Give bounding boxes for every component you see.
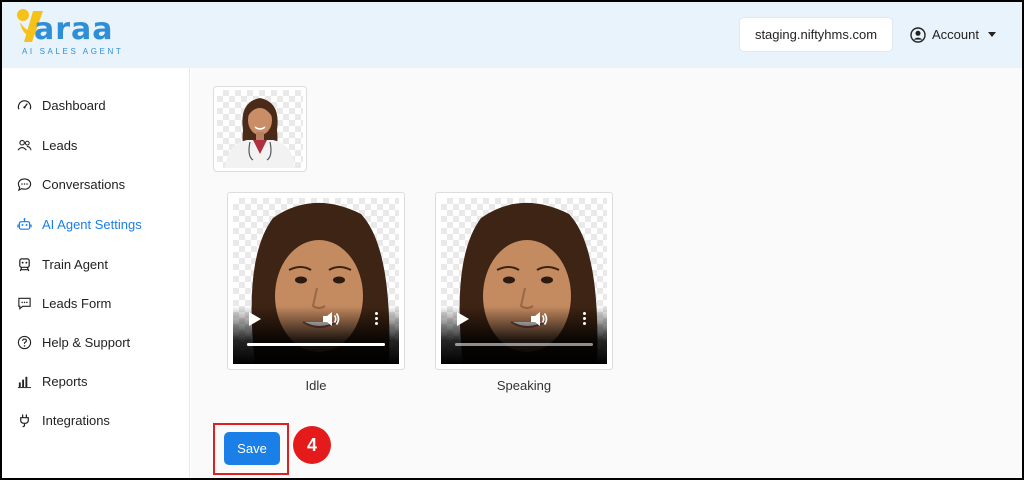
- brand-logo[interactable]: araa AI SALES AGENT: [16, 8, 136, 62]
- sidebar-item-leads-form[interactable]: Leads Form: [16, 292, 111, 314]
- sidebar-item-dashboard[interactable]: Dashboard: [16, 94, 106, 116]
- sidebar-item-label: Dashboard: [42, 97, 106, 113]
- sidebar-item-train-agent[interactable]: Train Agent: [16, 253, 108, 275]
- video-label-speaking: Speaking: [496, 378, 552, 393]
- video-frame: [441, 198, 607, 364]
- domain-text: staging.niftyhms.com: [754, 27, 878, 42]
- plug-icon: [16, 412, 32, 428]
- more-options-icon[interactable]: [583, 310, 587, 327]
- question-circle-icon: [16, 334, 32, 350]
- sidebar-item-label: Help & Support: [42, 334, 131, 350]
- sidebar-item-leads[interactable]: Leads: [16, 134, 77, 156]
- user-circle-icon: [910, 26, 926, 43]
- step-badge: 4: [293, 426, 331, 464]
- volume-icon[interactable]: [529, 310, 549, 328]
- sidebar-item-conversations[interactable]: Conversations: [16, 173, 125, 195]
- video-player-idle[interactable]: [227, 192, 405, 370]
- sidebar-item-label: Integrations: [42, 412, 110, 428]
- sidebar: Dashboard Leads Conversations AI Agent S…: [2, 68, 190, 478]
- app-window: araa AI SALES AGENT staging.niftyhms.com…: [2, 2, 1022, 478]
- sidebar-item-label: Leads: [42, 137, 78, 153]
- video-player-speaking[interactable]: [435, 192, 613, 370]
- video-frame: [233, 198, 399, 364]
- domain-pill[interactable]: staging.niftyhms.com: [740, 18, 892, 51]
- bar-chart-icon: [16, 373, 32, 389]
- avatar-thumbnail[interactable]: [213, 86, 307, 172]
- play-icon[interactable]: [457, 312, 469, 326]
- robot-icon: [16, 216, 32, 232]
- logo-tagline: AI SALES AGENT: [22, 47, 124, 56]
- sidebar-item-label: Leads Form: [42, 295, 112, 311]
- sidebar-item-help-support[interactable]: Help & Support: [16, 331, 130, 353]
- users-icon: [16, 137, 32, 153]
- avatar-image: [225, 98, 295, 168]
- sidebar-item-label: Reports: [42, 373, 88, 389]
- save-button[interactable]: Save: [224, 432, 280, 465]
- account-menu[interactable]: Account: [910, 18, 996, 51]
- train-agent-icon: [16, 256, 32, 272]
- sidebar-item-label: Conversations: [42, 176, 126, 192]
- sidebar-item-reports[interactable]: Reports: [16, 370, 88, 392]
- form-chat-icon: [16, 295, 32, 311]
- chevron-down-icon: [987, 32, 996, 37]
- sidebar-item-integrations[interactable]: Integrations: [16, 409, 110, 431]
- chat-bubble-icon: [16, 176, 32, 192]
- sidebar-item-label: AI Agent Settings: [42, 216, 142, 232]
- sidebar-item-label: Train Agent: [42, 256, 109, 272]
- account-label: Account: [932, 27, 979, 42]
- main-content: Idle Speaking Save 4: [191, 68, 1022, 478]
- progress-track[interactable]: [455, 343, 593, 346]
- video-label-idle: Idle: [305, 378, 327, 393]
- play-icon[interactable]: [249, 312, 261, 326]
- progress-track[interactable]: [247, 343, 385, 346]
- gauge-icon: [16, 97, 32, 113]
- sidebar-item-ai-agent-settings[interactable]: AI Agent Settings: [16, 213, 142, 235]
- progress-fill: [247, 343, 385, 346]
- more-options-icon[interactable]: [375, 310, 379, 327]
- top-header: araa AI SALES AGENT staging.niftyhms.com…: [2, 2, 1022, 68]
- logo-wordmark: araa: [34, 12, 114, 47]
- avatar-image-frame: [217, 90, 303, 168]
- volume-icon[interactable]: [321, 310, 341, 328]
